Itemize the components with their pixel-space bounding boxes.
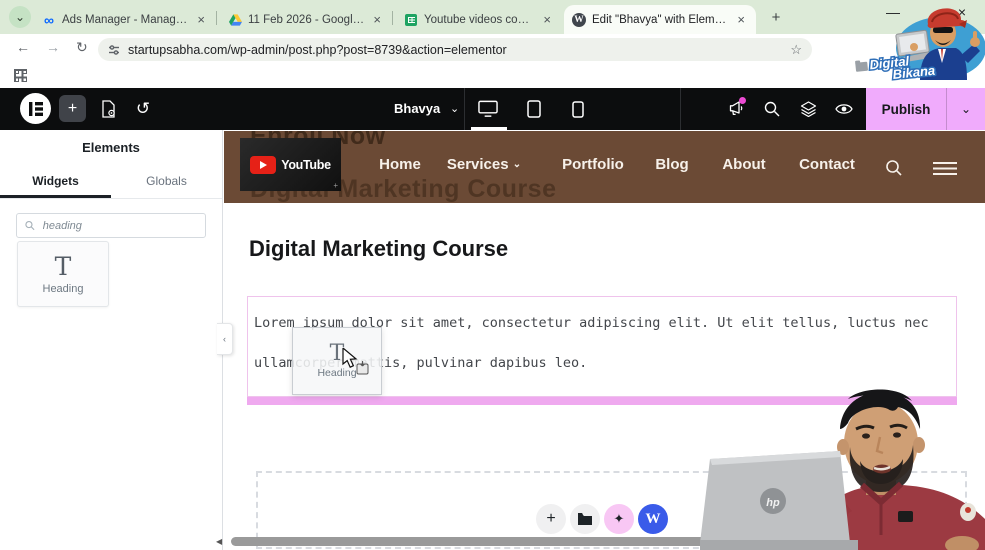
- site-settings-icon[interactable]: [108, 44, 120, 56]
- drive-icon: [228, 13, 242, 27]
- tab-title: Edit "Bhavya" with Elementor: [592, 13, 729, 26]
- window-minimize-button[interactable]: —: [884, 4, 902, 20]
- finder-search-icon[interactable]: [762, 99, 782, 119]
- tablet-view-icon[interactable]: [524, 99, 544, 119]
- wordpress-button[interactable]: W: [638, 504, 668, 534]
- browser-tab-strip: ⌄ ∞ Ads Manager - Manage ads - C × 11 Fe…: [0, 0, 985, 34]
- elementor-top-bar: + ↺ Bhavya ⌄ Publish ⌄: [0, 88, 985, 130]
- divider: [464, 88, 465, 130]
- nav-home[interactable]: Home: [379, 156, 421, 173]
- section-action-buttons: + ✦ W: [536, 504, 668, 534]
- divider: [680, 88, 681, 130]
- structure-icon[interactable]: [798, 99, 818, 119]
- elementor-logo-icon: [28, 101, 43, 116]
- mobile-view-icon[interactable]: [568, 99, 588, 119]
- publish-split-button: Publish ⌄: [866, 88, 985, 130]
- heading-widget-icon: T: [54, 251, 72, 281]
- page-settings-icon[interactable]: [98, 99, 118, 119]
- tab-widgets[interactable]: Widgets: [0, 167, 111, 198]
- panel-tabs: Widgets Globals: [0, 167, 222, 199]
- nav-contact[interactable]: Contact: [799, 156, 855, 173]
- panel-collapse-handle[interactable]: ‹: [217, 323, 233, 355]
- hamburger-menu-icon[interactable]: [933, 162, 957, 175]
- close-icon[interactable]: ×: [194, 12, 208, 27]
- site-logo[interactable]: YouTube +: [240, 138, 341, 191]
- tab-youtube-topics[interactable]: Youtube videos complete topic ×: [396, 5, 562, 34]
- editor-canvas[interactable]: Enroll Now Digital Marketing Course YouT…: [224, 130, 985, 550]
- tab-title: Youtube videos complete topic: [424, 13, 534, 26]
- wordpress-icon: W: [572, 12, 586, 27]
- tab-title: Ads Manager - Manage ads - C: [62, 13, 188, 26]
- screen: ⌄ ∞ Ads Manager - Manage ads - C × 11 Fe…: [0, 0, 985, 550]
- desktop-view-icon[interactable]: [478, 99, 498, 119]
- folder-icon: [578, 513, 592, 525]
- tab-title: 11 Feb 2026 - Google Drive: [248, 13, 364, 26]
- ai-builder-button[interactable]: ✦: [604, 504, 634, 534]
- site-header: Enroll Now Digital Marketing Course YouT…: [224, 131, 985, 203]
- page-heading[interactable]: Digital Marketing Course: [249, 236, 508, 262]
- bookmarks-bar: [0, 64, 985, 88]
- publish-button[interactable]: Publish: [866, 102, 946, 117]
- youtube-icon: [250, 155, 277, 174]
- forward-button[interactable]: →: [46, 39, 60, 55]
- publish-options-button[interactable]: ⌄: [947, 102, 985, 116]
- close-icon[interactable]: ×: [734, 12, 748, 27]
- reload-button[interactable]: ↻: [76, 39, 88, 56]
- drag-copy-badge: [356, 361, 369, 375]
- close-icon[interactable]: ×: [540, 12, 554, 27]
- add-section-button[interactable]: +: [536, 504, 566, 534]
- template-library-button[interactable]: [570, 504, 600, 534]
- active-device-underline: [471, 127, 507, 130]
- history-icon[interactable]: ↺: [133, 99, 153, 119]
- window-close-button[interactable]: ×: [953, 4, 971, 20]
- omnibox[interactable]: startupsabha.com/wp-admin/post.php?post=…: [98, 38, 812, 61]
- search-input[interactable]: [40, 218, 197, 233]
- heading-widget-label: Heading: [42, 282, 84, 295]
- chevron-down-icon: ⌄: [512, 159, 522, 170]
- preview-eye-icon[interactable]: [834, 99, 854, 119]
- meta-icon: ∞: [44, 11, 54, 28]
- nav-services[interactable]: Services ⌄: [447, 156, 521, 173]
- panel-title: Elements: [82, 140, 140, 155]
- search-icon: [25, 220, 35, 231]
- site-search-icon[interactable]: [885, 159, 903, 177]
- drop-indicator: [247, 397, 957, 405]
- document-name[interactable]: Bhavya: [394, 101, 440, 116]
- back-button[interactable]: ←: [16, 39, 30, 55]
- scroll-left-arrow[interactable]: ◀: [216, 537, 222, 546]
- chevron-down-icon: ⌄: [14, 10, 26, 24]
- bookmark-star-icon[interactable]: ☆: [790, 42, 802, 58]
- widget-search-box[interactable]: [16, 213, 206, 238]
- apps-grid-icon[interactable]: [14, 69, 27, 82]
- chevron-down-icon[interactable]: ⌄: [450, 102, 459, 115]
- close-icon[interactable]: ×: [370, 12, 384, 27]
- tab-ads-manager[interactable]: ∞ Ads Manager - Manage ads - C ×: [34, 5, 216, 34]
- sheets-icon: [405, 13, 417, 26]
- browser-address-bar: ← → ↻ startupsabha.com/wp-admin/post.php…: [0, 34, 985, 92]
- mouse-cursor: [342, 346, 374, 383]
- scrollbar-thumb[interactable]: [231, 537, 962, 546]
- url-text: startupsabha.com/wp-admin/post.php?post=…: [128, 42, 507, 57]
- nav-about[interactable]: About: [722, 156, 765, 173]
- elements-panel: Elements Widgets Globals T Heading: [0, 130, 223, 550]
- plus-icon: +: [333, 181, 338, 190]
- add-element-button[interactable]: +: [59, 95, 86, 122]
- horizontal-scrollbar: ◀: [216, 536, 985, 547]
- tab-globals[interactable]: Globals: [111, 167, 222, 198]
- tab-search-button[interactable]: ⌄: [9, 6, 31, 28]
- heading-widget-card[interactable]: T Heading: [17, 241, 109, 307]
- elementor-menu-button[interactable]: [20, 93, 51, 124]
- new-tab-button[interactable]: +: [766, 7, 786, 27]
- tab-divider: [216, 11, 217, 25]
- logo-text: YouTube: [281, 157, 331, 172]
- notification-dot: [739, 97, 746, 104]
- sparkle-icon: ✦: [613, 511, 625, 526]
- tab-divider: [392, 11, 393, 25]
- tab-elementor-active[interactable]: W Edit "Bhavya" with Elementor ×: [564, 5, 756, 34]
- nav-blog[interactable]: Blog: [655, 156, 688, 173]
- tab-google-drive[interactable]: 11 Feb 2026 - Google Drive ×: [220, 5, 392, 34]
- nav-portfolio[interactable]: Portfolio: [562, 156, 624, 173]
